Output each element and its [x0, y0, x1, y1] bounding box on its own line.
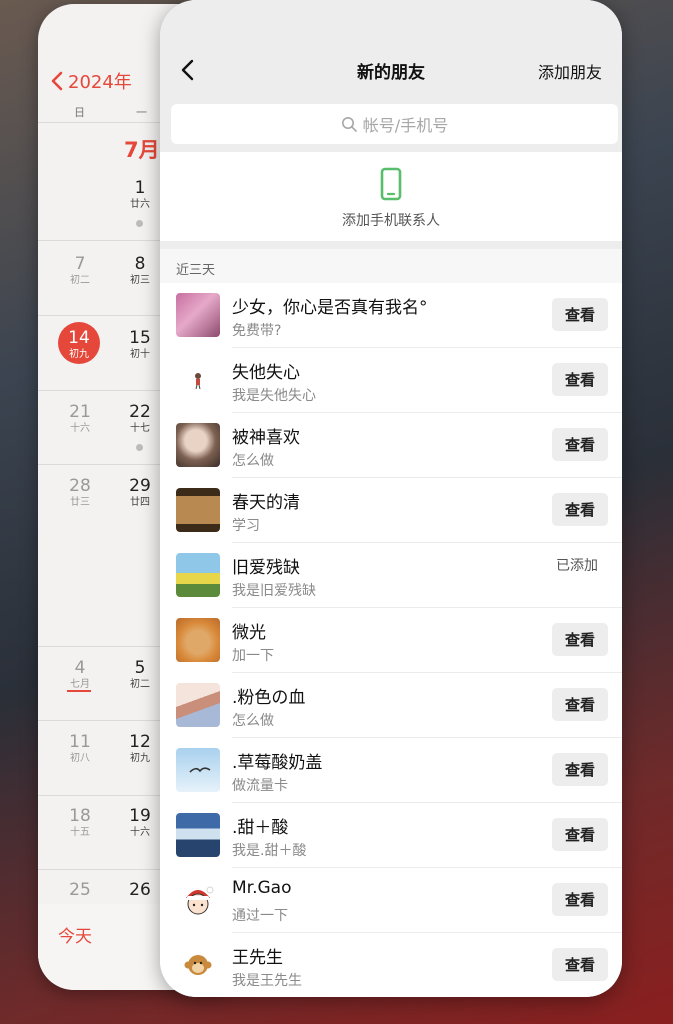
calendar-day[interactable]: 8 初三: [120, 254, 160, 287]
weekday-mon: 一: [136, 106, 147, 119]
friend-request-list: 少女，你心是否真有我名° 免费带? 查看 失他失心 我是失他失心 查看 被神喜欢: [160, 283, 622, 997]
view-button[interactable]: 查看: [552, 623, 608, 656]
view-button[interactable]: 查看: [552, 298, 608, 331]
avatar[interactable]: [176, 553, 220, 597]
avatar[interactable]: [176, 943, 220, 987]
friend-request-row[interactable]: 春天的清 学习 查看: [160, 478, 622, 543]
calendar-day[interactable]: 7 初二: [60, 254, 100, 287]
calendar-day[interactable]: 25: [60, 880, 100, 900]
event-dot: [136, 444, 143, 451]
divider: [160, 241, 622, 249]
calendar-year-label: 2024年: [68, 72, 132, 93]
calendar-day-today[interactable]: 14 初九: [58, 322, 100, 364]
calendar-day[interactable]: 11 初八: [60, 732, 100, 765]
search-input[interactable]: 帐号/手机号: [171, 104, 618, 144]
calendar-day[interactable]: 28 廿三: [60, 476, 100, 509]
phone-contacts-label: 添加手机联系人: [342, 213, 440, 229]
request-message: 怎么做: [232, 713, 274, 729]
calendar-day[interactable]: 1 廿六: [120, 178, 160, 211]
month-start-underline: [67, 690, 91, 692]
avatar-figure: [195, 373, 201, 390]
friend-request-row[interactable]: Mr.Gao 通过一下 查看: [160, 868, 622, 933]
calendar-day[interactable]: 5 初二: [120, 658, 160, 691]
request-message: 我是失他失心: [232, 388, 316, 404]
avatar[interactable]: [176, 423, 220, 467]
request-message: 怎么做: [232, 453, 274, 469]
friend-request-row[interactable]: 旧爱残缺 我是旧爱残缺 已添加: [160, 543, 622, 608]
friend-request-row[interactable]: 王先生 我是王先生 查看: [160, 933, 622, 997]
request-message: 通过一下: [232, 908, 288, 924]
contact-name: 旧爱残缺: [232, 558, 300, 578]
add-friend-button[interactable]: 添加朋友: [538, 59, 602, 83]
avatar[interactable]: [176, 358, 220, 402]
view-button[interactable]: 查看: [552, 753, 608, 786]
avatar-bird: [189, 767, 211, 773]
friend-request-row[interactable]: 被神喜欢 怎么做 查看: [160, 413, 622, 478]
request-message: 学习: [232, 518, 260, 534]
view-button[interactable]: 查看: [552, 948, 608, 981]
friend-request-row[interactable]: 微光 加一下 查看: [160, 608, 622, 673]
contact-name: Mr.Gao: [232, 878, 292, 898]
contact-name: .粉色の血: [232, 688, 306, 708]
avatar-cartoon: [186, 886, 214, 915]
request-message: 做流量卡: [232, 778, 288, 794]
avatar[interactable]: [176, 293, 220, 337]
contact-name: 微光: [232, 623, 266, 643]
view-button[interactable]: 查看: [552, 883, 608, 916]
friend-request-row[interactable]: .甜＋酸 我是.甜＋酸 查看: [160, 803, 622, 868]
section-header: 近三天: [160, 249, 622, 283]
calendar-month-label: 7月: [124, 138, 160, 162]
avatar[interactable]: [176, 813, 220, 857]
add-phone-contacts-button[interactable]: 添加手机联系人: [160, 153, 622, 241]
request-message: 加一下: [232, 648, 274, 664]
today-button[interactable]: 今天: [58, 922, 92, 947]
friend-request-row[interactable]: 失他失心 我是失他失心 查看: [160, 348, 622, 413]
added-status: 已添加: [556, 558, 598, 574]
avatar[interactable]: [176, 748, 220, 792]
request-message: 我是旧爱残缺: [232, 583, 316, 599]
calendar-day[interactable]: 21 十六: [60, 402, 100, 435]
request-message: 免费带?: [232, 323, 282, 339]
calendar-day[interactable]: 22 十七: [120, 402, 160, 435]
avatar-monkey: [184, 955, 212, 975]
calendar-back-button[interactable]: 2024年: [50, 68, 132, 94]
mobile-phone-icon: [380, 167, 402, 201]
contact-name: 王先生: [232, 948, 283, 968]
search-placeholder: 帐号/手机号: [362, 116, 449, 135]
friend-request-row[interactable]: .草莓酸奶盖 做流量卡 查看: [160, 738, 622, 803]
view-button[interactable]: 查看: [552, 688, 608, 721]
search-icon: [341, 117, 357, 132]
calendar-day[interactable]: 19 十六: [120, 806, 160, 839]
friend-request-row[interactable]: 少女，你心是否真有我名° 免费带? 查看: [160, 283, 622, 348]
event-dot: [136, 220, 143, 227]
avatar[interactable]: [176, 618, 220, 662]
contact-name: 春天的清: [232, 493, 300, 513]
nav-bar: 新的朋友 添加朋友 帐号/手机号: [160, 0, 622, 152]
calendar-day[interactable]: 15 初十: [120, 328, 160, 361]
chevron-left-icon: [51, 71, 63, 91]
avatar[interactable]: [176, 683, 220, 727]
view-button[interactable]: 查看: [552, 493, 608, 526]
calendar-day[interactable]: 12 初九: [120, 732, 160, 765]
today-circle: 14 初九: [58, 322, 100, 364]
friend-request-row[interactable]: .粉色の血 怎么做 查看: [160, 673, 622, 738]
view-button[interactable]: 查看: [552, 818, 608, 851]
view-button[interactable]: 查看: [552, 363, 608, 396]
request-message: 我是王先生: [232, 973, 302, 989]
calendar-day[interactable]: 4 七月: [60, 658, 100, 691]
calendar-day[interactable]: 18 十五: [60, 806, 100, 839]
calendar-day[interactable]: 29 廿四: [120, 476, 160, 509]
avatar[interactable]: [176, 878, 220, 922]
contact-name: 少女，你心是否真有我名°: [232, 298, 428, 318]
contact-name: .草莓酸奶盖: [232, 753, 323, 773]
view-button[interactable]: 查看: [552, 428, 608, 461]
contact-name: 被神喜欢: [232, 428, 300, 448]
request-message: 我是.甜＋酸: [232, 843, 307, 859]
contact-name: .甜＋酸: [232, 818, 289, 838]
calendar-day[interactable]: 26: [120, 880, 160, 900]
avatar[interactable]: [176, 488, 220, 532]
weekday-sun: 日: [74, 106, 85, 119]
new-friends-app-card[interactable]: 新的朋友 添加朋友 帐号/手机号 添加手机联系人 近三天 少女，你心是否真有我名…: [160, 0, 622, 997]
contact-name: 失他失心: [232, 363, 300, 383]
